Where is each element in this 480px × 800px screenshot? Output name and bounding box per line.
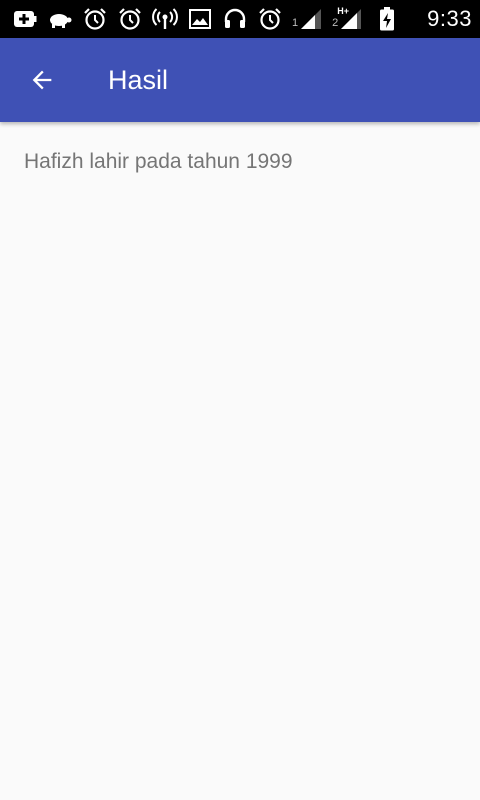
battery-plus-icon: [12, 6, 38, 32]
notification-icons: 1 2 H+: [12, 6, 419, 32]
alarm-clock-icon: [117, 6, 143, 32]
status-bar: 1 2 H+ 9:33: [0, 0, 480, 38]
app-bar: Hasil: [0, 38, 480, 122]
sim2-signal: 2 H+: [332, 6, 363, 31]
sim2-label: 2: [332, 17, 339, 29]
status-time: 9:33: [427, 6, 472, 31]
main-content: Hafizh lahir pada tahun 1999: [0, 122, 480, 800]
arrow-back-icon: [28, 66, 56, 94]
back-button[interactable]: [14, 52, 70, 108]
headphones-icon: [222, 6, 248, 32]
tortoise-icon: [47, 6, 73, 32]
signal-icon: [299, 7, 323, 31]
sim1-label: 1: [292, 17, 299, 29]
result-text: Hafizh lahir pada tahun 1999: [24, 150, 293, 173]
page-title: Hasil: [108, 64, 169, 95]
network-type-label: H+: [337, 6, 350, 16]
signal-icon: H+: [337, 6, 363, 31]
alarm-clock-icon: [257, 6, 283, 32]
image-icon: [187, 6, 213, 32]
sim1-signal: 1: [292, 7, 323, 31]
alarm-clock-icon: [82, 6, 108, 32]
battery-charging-icon: [378, 6, 396, 32]
wifi-hotspot-icon: [152, 6, 178, 32]
